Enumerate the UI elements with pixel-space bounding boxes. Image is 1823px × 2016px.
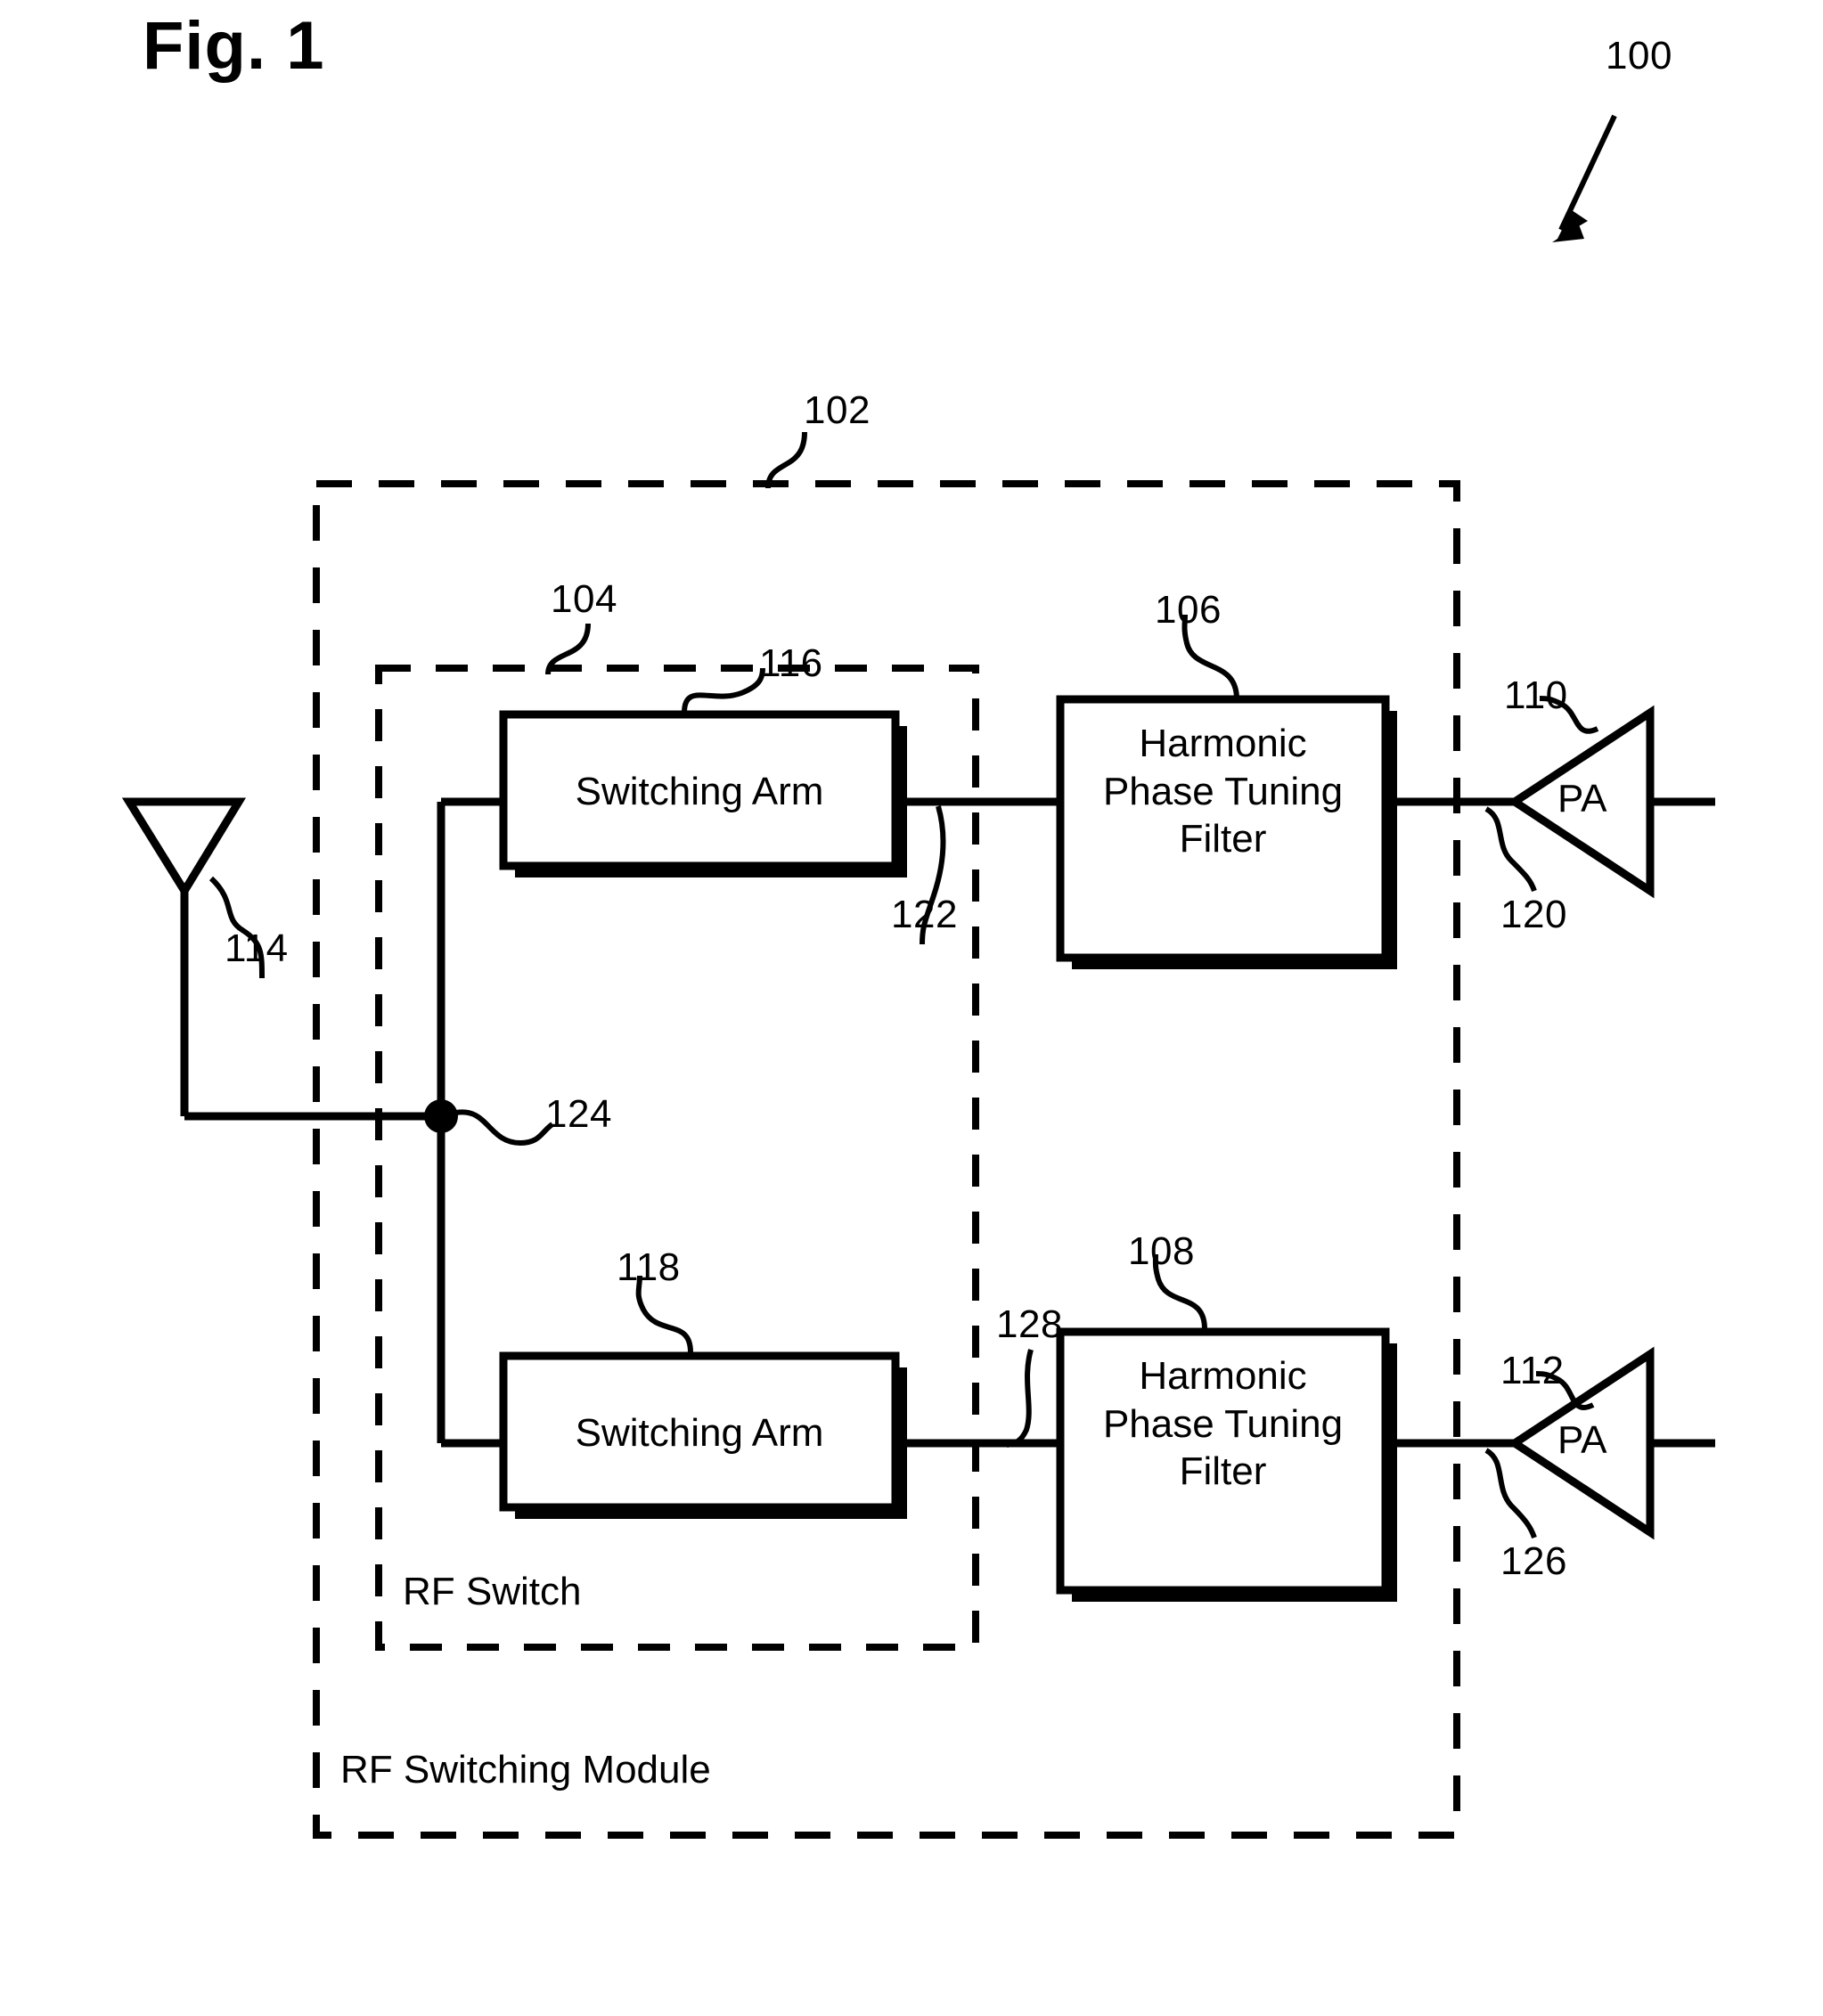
overall-ref-arrow (1552, 114, 1617, 242)
ref-number-126: 126 (1500, 1539, 1567, 1583)
ref-number-112: 112 (1500, 1349, 1565, 1392)
ref-number-122: 122 (891, 893, 958, 936)
ref-number-110: 110 (1504, 673, 1568, 717)
ref-leader-116 (682, 667, 765, 714)
harmonic-filter-bottom-label: Harmonic Phase Tuning Filter (1102, 1354, 1344, 1494)
ref-number-128: 128 (996, 1302, 1063, 1346)
ref-leader-124 (455, 1109, 554, 1147)
ref-number-106: 106 (1155, 588, 1222, 632)
ref-leader-128 (1006, 1349, 1034, 1448)
patent-figure: Fig. 1 100 102 104 RF Switch RF Switchin… (0, 0, 1823, 2016)
ref-number-124: 124 (545, 1092, 612, 1136)
harmonic-filter-top-label: Harmonic Phase Tuning Filter (1102, 722, 1344, 861)
switching-arm-top-label: Switching Arm (575, 770, 824, 813)
ref-number-116: 116 (759, 641, 823, 685)
ref-number-100: 100 (1606, 34, 1672, 78)
ref-leader-120 (1484, 806, 1537, 893)
ref-number-102: 102 (804, 388, 871, 432)
ref-number-114: 114 (225, 926, 289, 970)
rf-switch-label: RF Switch (403, 1570, 582, 1613)
ref-leader-126 (1484, 1448, 1537, 1539)
pa-top-label: PA (1557, 777, 1607, 820)
ref-leader-102 (765, 431, 807, 489)
figure-drawing (121, 114, 1715, 1839)
ref-number-104: 104 (551, 577, 617, 621)
ref-number-118: 118 (617, 1245, 681, 1289)
pa-bottom-label: PA (1557, 1418, 1607, 1462)
switching-arm-bottom-label: Switching Arm (575, 1411, 824, 1455)
ref-number-108: 108 (1128, 1229, 1195, 1273)
rf-switching-module-label: RF Switching Module (340, 1748, 711, 1792)
common-node-junction (424, 802, 554, 1443)
ref-number-120: 120 (1500, 893, 1567, 936)
rf-switching-module-boundary (313, 480, 1460, 1839)
